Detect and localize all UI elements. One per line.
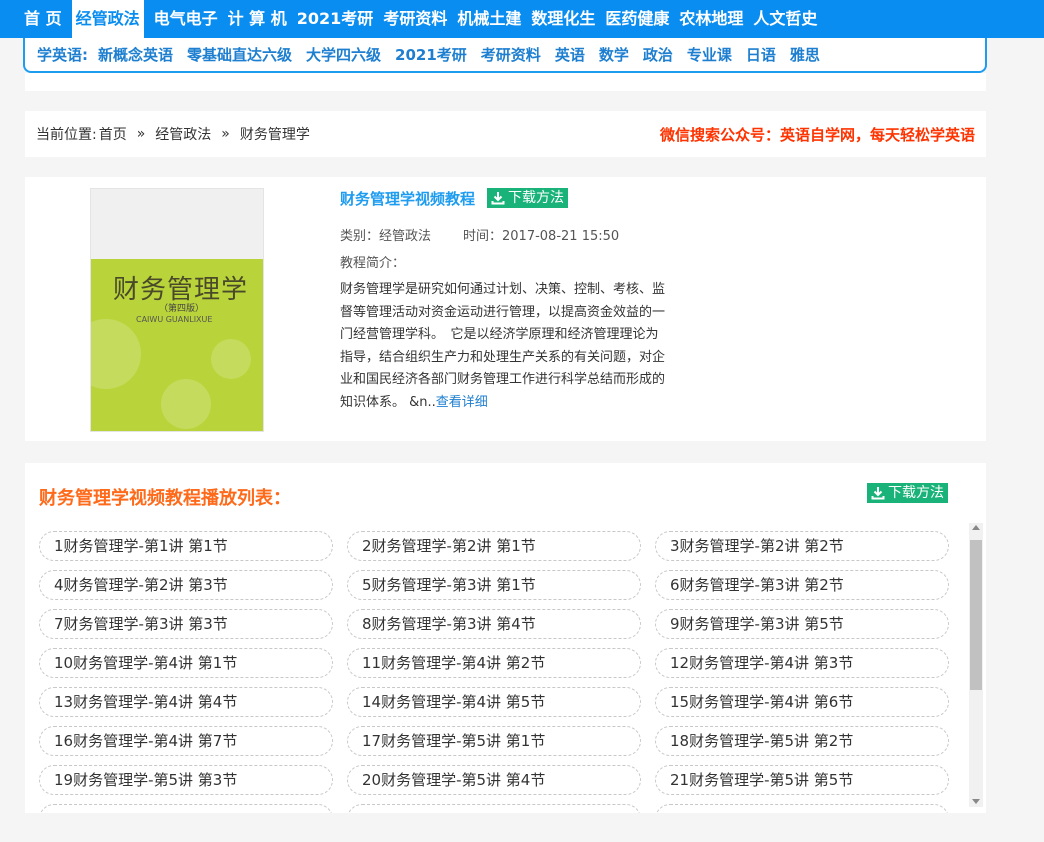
- wechat-promo: 微信搜索公众号：英语自学网，每天轻松学英语: [659, 125, 975, 144]
- playlist-section: 财务管理学视频教程播放列表： 下载方法 1财务管理学-第1讲 第1节 2财务管理…: [25, 463, 986, 813]
- breadcrumb-separator: »: [221, 126, 230, 142]
- episode-item[interactable]: 6财务管理学-第3讲 第2节: [655, 570, 949, 600]
- breadcrumb-item-current: 财务管理学: [239, 127, 310, 143]
- episode-item[interactable]: 15财务管理学-第4讲 第6节: [655, 687, 949, 717]
- episode-item[interactable]: 2财务管理学-第2讲 第1节: [347, 531, 641, 561]
- sub-nav-link[interactable]: 大学四六级: [306, 44, 381, 65]
- breadcrumb: 当前位置: 首页 » 经管政法 » 财务管理学: [36, 124, 310, 144]
- top-nav-item-humanities[interactable]: 人文哲史: [753, 0, 817, 38]
- download-icon: [491, 192, 505, 205]
- book-description: 财务管理学是研究如何通过计划、决策、控制、考核、监督等管理活动对资金运动进行管理…: [340, 279, 666, 415]
- sub-nav-label: 学英语:: [37, 46, 88, 64]
- book-time: 时间：2017-08-21 15:50: [463, 229, 620, 244]
- top-nav-item-mechanical[interactable]: 机械土建: [457, 0, 521, 38]
- download-method-button[interactable]: 下载方法: [487, 188, 569, 208]
- intro-label: 教程简介：: [340, 256, 406, 271]
- book-card: 财务管理学 （第四版） CAIWU GUANLIXUE 财务管理学视频教程 下载…: [25, 177, 986, 441]
- download-method-label: 下载方法: [508, 190, 565, 206]
- episode-item[interactable]: 17财务管理学-第5讲 第1节: [347, 726, 641, 756]
- sub-nav-link[interactable]: 新概念英语: [98, 44, 173, 65]
- scrollbar-thumb[interactable]: [970, 540, 982, 690]
- sub-nav-link[interactable]: 英语: [555, 44, 585, 65]
- cover-decor-circle: [211, 339, 251, 379]
- breadcrumb-separator: »: [136, 126, 146, 142]
- top-nav-item-kaoyan-2021[interactable]: 2021考研: [297, 0, 374, 38]
- playlist-download-button[interactable]: 下载方法: [867, 483, 948, 503]
- book-cover-image[interactable]: 财务管理学 （第四版） CAIWU GUANLIXUE: [90, 188, 264, 432]
- cover-decor-circle: [161, 379, 211, 429]
- episode-item[interactable]: 7财务管理学-第3讲 第3节: [39, 609, 333, 639]
- cover-edition: （第四版）: [159, 304, 205, 314]
- scroll-up-arrow-icon[interactable]: [972, 525, 980, 530]
- sub-nav: 学英语: 新概念英语 零基础直达六级 大学四六级 2021考研 考研资料 英语 …: [23, 38, 987, 73]
- breadcrumb-item-category[interactable]: 经管政法: [155, 124, 211, 144]
- breadcrumb-bar: 当前位置: 首页 » 经管政法 » 财务管理学 微信搜索公众号：英语自学网，每天…: [25, 111, 986, 157]
- sub-nav-link[interactable]: 零基础直达六级: [187, 44, 292, 65]
- top-nav: 首 页 经管政法 电气电子 计 算 机 2021考研 考研资料 机械土建 数理化…: [0, 0, 1044, 38]
- episode-item[interactable]: 20财务管理学-第5讲 第4节: [347, 765, 641, 795]
- playlist-title: 财务管理学视频教程播放列表：: [39, 488, 291, 509]
- episode-item[interactable]: 12财务管理学-第4讲 第3节: [655, 648, 949, 678]
- top-nav-item-medical[interactable]: 医药健康: [605, 0, 669, 38]
- episode-item[interactable]: 5财务管理学-第3讲 第1节: [347, 570, 641, 600]
- episode-item[interactable]: 9财务管理学-第3讲 第5节: [655, 609, 949, 639]
- sub-nav-link[interactable]: 政治: [643, 44, 673, 65]
- book-title[interactable]: 财务管理学视频教程: [340, 188, 475, 209]
- book-info: 财务管理学视频教程 下载方法 类别：经管政法 时间：2017-08-21 15:…: [340, 185, 670, 415]
- description-text: 财务管理学是研究如何通过计划、决策、控制、考核、监督等管理活动对资金运动进行管理…: [340, 282, 666, 410]
- top-nav-item-electrical[interactable]: 电气电子: [154, 0, 218, 38]
- breadcrumb-prefix: 当前位置:: [36, 127, 97, 143]
- cover-pinyin: CAIWU GUANLIXUE: [136, 315, 213, 324]
- sub-nav-link[interactable]: 日语: [746, 44, 776, 65]
- episode-item[interactable]: 8财务管理学-第3讲 第4节: [347, 609, 641, 639]
- download-icon: [871, 487, 885, 500]
- episode-item[interactable]: 19财务管理学-第5讲 第3节: [39, 765, 333, 795]
- episode-item-partial[interactable]: [39, 804, 333, 813]
- episode-item-partial[interactable]: [347, 804, 641, 813]
- cover-top-band: [91, 189, 263, 259]
- sub-nav-link[interactable]: 考研资料: [481, 44, 541, 65]
- sub-nav-link[interactable]: 数学: [599, 44, 629, 65]
- top-nav-item-kaoyan-materials[interactable]: 考研资料: [383, 0, 447, 38]
- top-nav-item-agriculture[interactable]: 农林地理: [679, 0, 743, 38]
- book-category: 类别：经管政法: [340, 229, 432, 244]
- sub-nav-link[interactable]: 专业课: [687, 44, 732, 65]
- breadcrumb-item-home[interactable]: 首页: [99, 124, 127, 144]
- episode-item[interactable]: 11财务管理学-第4讲 第2节: [347, 648, 641, 678]
- scroll-down-arrow-icon[interactable]: [972, 799, 980, 804]
- cover-decor-circle: [91, 319, 141, 389]
- episode-item[interactable]: 3财务管理学-第2讲 第2节: [655, 531, 949, 561]
- sub-nav-link[interactable]: 雅思: [790, 44, 820, 65]
- playlist-download-label: 下载方法: [888, 485, 944, 501]
- top-nav-item-science[interactable]: 数理化生: [531, 0, 595, 38]
- episode-item[interactable]: 13财务管理学-第4讲 第4节: [39, 687, 333, 717]
- playlist-scrollbar[interactable]: [969, 523, 983, 807]
- episode-item[interactable]: 14财务管理学-第4讲 第5节: [347, 687, 641, 717]
- episode-item[interactable]: 21财务管理学-第5讲 第5节: [655, 765, 949, 795]
- divider-strip: [25, 73, 986, 91]
- top-nav-item-economics-law[interactable]: 经管政法: [71, 0, 144, 38]
- episode-item[interactable]: 1财务管理学-第1讲 第1节: [39, 531, 333, 561]
- episode-item-partial[interactable]: [655, 804, 949, 813]
- top-nav-item-computer[interactable]: 计 算 机: [228, 0, 287, 38]
- episode-item[interactable]: 16财务管理学-第4讲 第7节: [39, 726, 333, 756]
- sub-nav-link[interactable]: 2021考研: [395, 44, 467, 65]
- episode-item[interactable]: 10财务管理学-第4讲 第1节: [39, 648, 333, 678]
- episode-item[interactable]: 18财务管理学-第5讲 第2节: [655, 726, 949, 756]
- episode-item[interactable]: 4财务管理学-第2讲 第3节: [39, 570, 333, 600]
- view-details-link[interactable]: 查看详细: [436, 395, 488, 410]
- top-nav-item-home[interactable]: 首 页: [24, 0, 62, 38]
